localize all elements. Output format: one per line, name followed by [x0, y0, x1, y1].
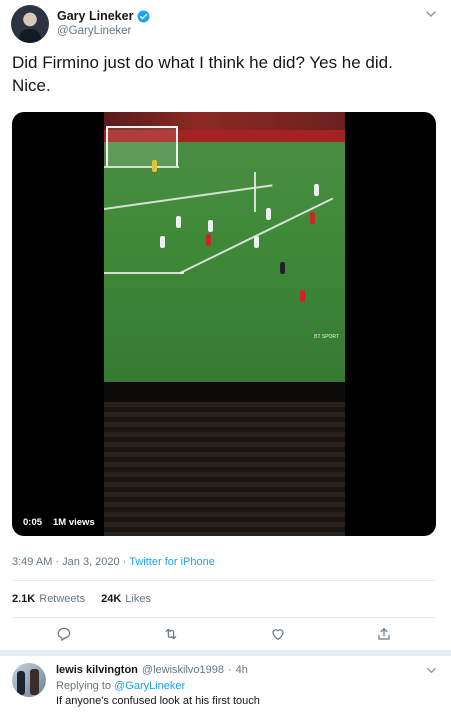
- tweet: Gary Lineker @GaryLineker Did Firmino ju…: [0, 0, 451, 656]
- tweet-stats: 2.1K Retweets 24K Likes: [12, 593, 151, 605]
- author-name-row[interactable]: Gary Lineker: [57, 9, 150, 23]
- like-button[interactable]: [270, 626, 288, 644]
- broadcaster-logo: BT SPORT: [314, 334, 339, 340]
- meta-separator: ·: [55, 556, 60, 568]
- football-pitch-image: BT SPORT: [104, 112, 345, 382]
- reply-text: If anyone's confused look at his first t…: [56, 695, 260, 707]
- reply-icon: [57, 627, 71, 641]
- author-handle[interactable]: @GaryLineker: [57, 25, 131, 37]
- reply-author-avatar[interactable]: [12, 663, 46, 697]
- meta-separator: ·: [228, 664, 232, 676]
- tweet-actions: [0, 626, 451, 648]
- tweet-text-line: Did Firmino just do what I think he did?…: [12, 53, 393, 72]
- replying-label: Replying to: [56, 680, 112, 692]
- video-frame: BT SPORT: [104, 112, 345, 536]
- retweet-button[interactable]: [163, 626, 181, 644]
- retweets-count: 2.1K: [12, 593, 36, 605]
- retweets-stat[interactable]: 2.1K Retweets: [12, 593, 85, 605]
- video-duration: 0:05: [19, 514, 47, 531]
- tweet-time[interactable]: 3:49 AM: [12, 556, 52, 568]
- reply-button[interactable]: [56, 626, 74, 644]
- reply-tweet[interactable]: lewis kilvington @lewiskilvo1998 · 4h Re…: [0, 656, 451, 715]
- reply-time[interactable]: 4h: [236, 664, 248, 676]
- reply-header: lewis kilvington @lewiskilvo1998 · 4h: [56, 664, 248, 676]
- likes-stat[interactable]: 24K Likes: [101, 593, 151, 605]
- tweet-text: Did Firmino just do what I think he did?…: [12, 51, 432, 97]
- tweet-date[interactable]: Jan 3, 2020: [62, 556, 120, 568]
- author-avatar[interactable]: [11, 5, 49, 43]
- replying-to: Replying to @GaryLineker: [56, 680, 185, 692]
- share-button[interactable]: [376, 626, 394, 644]
- like-icon: [272, 629, 284, 640]
- replying-mention-link[interactable]: @GaryLineker: [114, 680, 185, 692]
- tweet-meta: 3:49 AM · Jan 3, 2020 · Twitter for iPho…: [12, 556, 215, 568]
- tweet-text-line: Nice.: [12, 76, 51, 95]
- divider: [12, 580, 436, 581]
- sofa-foreground: [104, 382, 345, 536]
- video-views: 1M views: [49, 514, 99, 531]
- likes-label: Likes: [125, 593, 151, 605]
- retweets-label: Retweets: [39, 593, 86, 605]
- meta-separator: ·: [122, 556, 127, 568]
- reply-author-name[interactable]: lewis kilvington: [56, 664, 138, 676]
- chevron-down-icon[interactable]: [425, 8, 437, 20]
- tweet-source-link[interactable]: Twitter for iPhone: [129, 556, 215, 568]
- retweet-icon: [165, 628, 177, 640]
- video-badge: 0:05 1M views: [19, 514, 99, 531]
- chevron-down-icon[interactable]: [426, 665, 437, 676]
- video-player[interactable]: BT SPORT 0:05 1M views: [12, 112, 436, 536]
- author-display-name[interactable]: Gary Lineker: [57, 9, 133, 23]
- share-icon: [378, 628, 390, 640]
- verified-badge-icon: [137, 10, 150, 22]
- divider: [12, 617, 436, 618]
- likes-count: 24K: [101, 593, 122, 605]
- reply-author-handle[interactable]: @lewiskilvo1998: [142, 664, 224, 676]
